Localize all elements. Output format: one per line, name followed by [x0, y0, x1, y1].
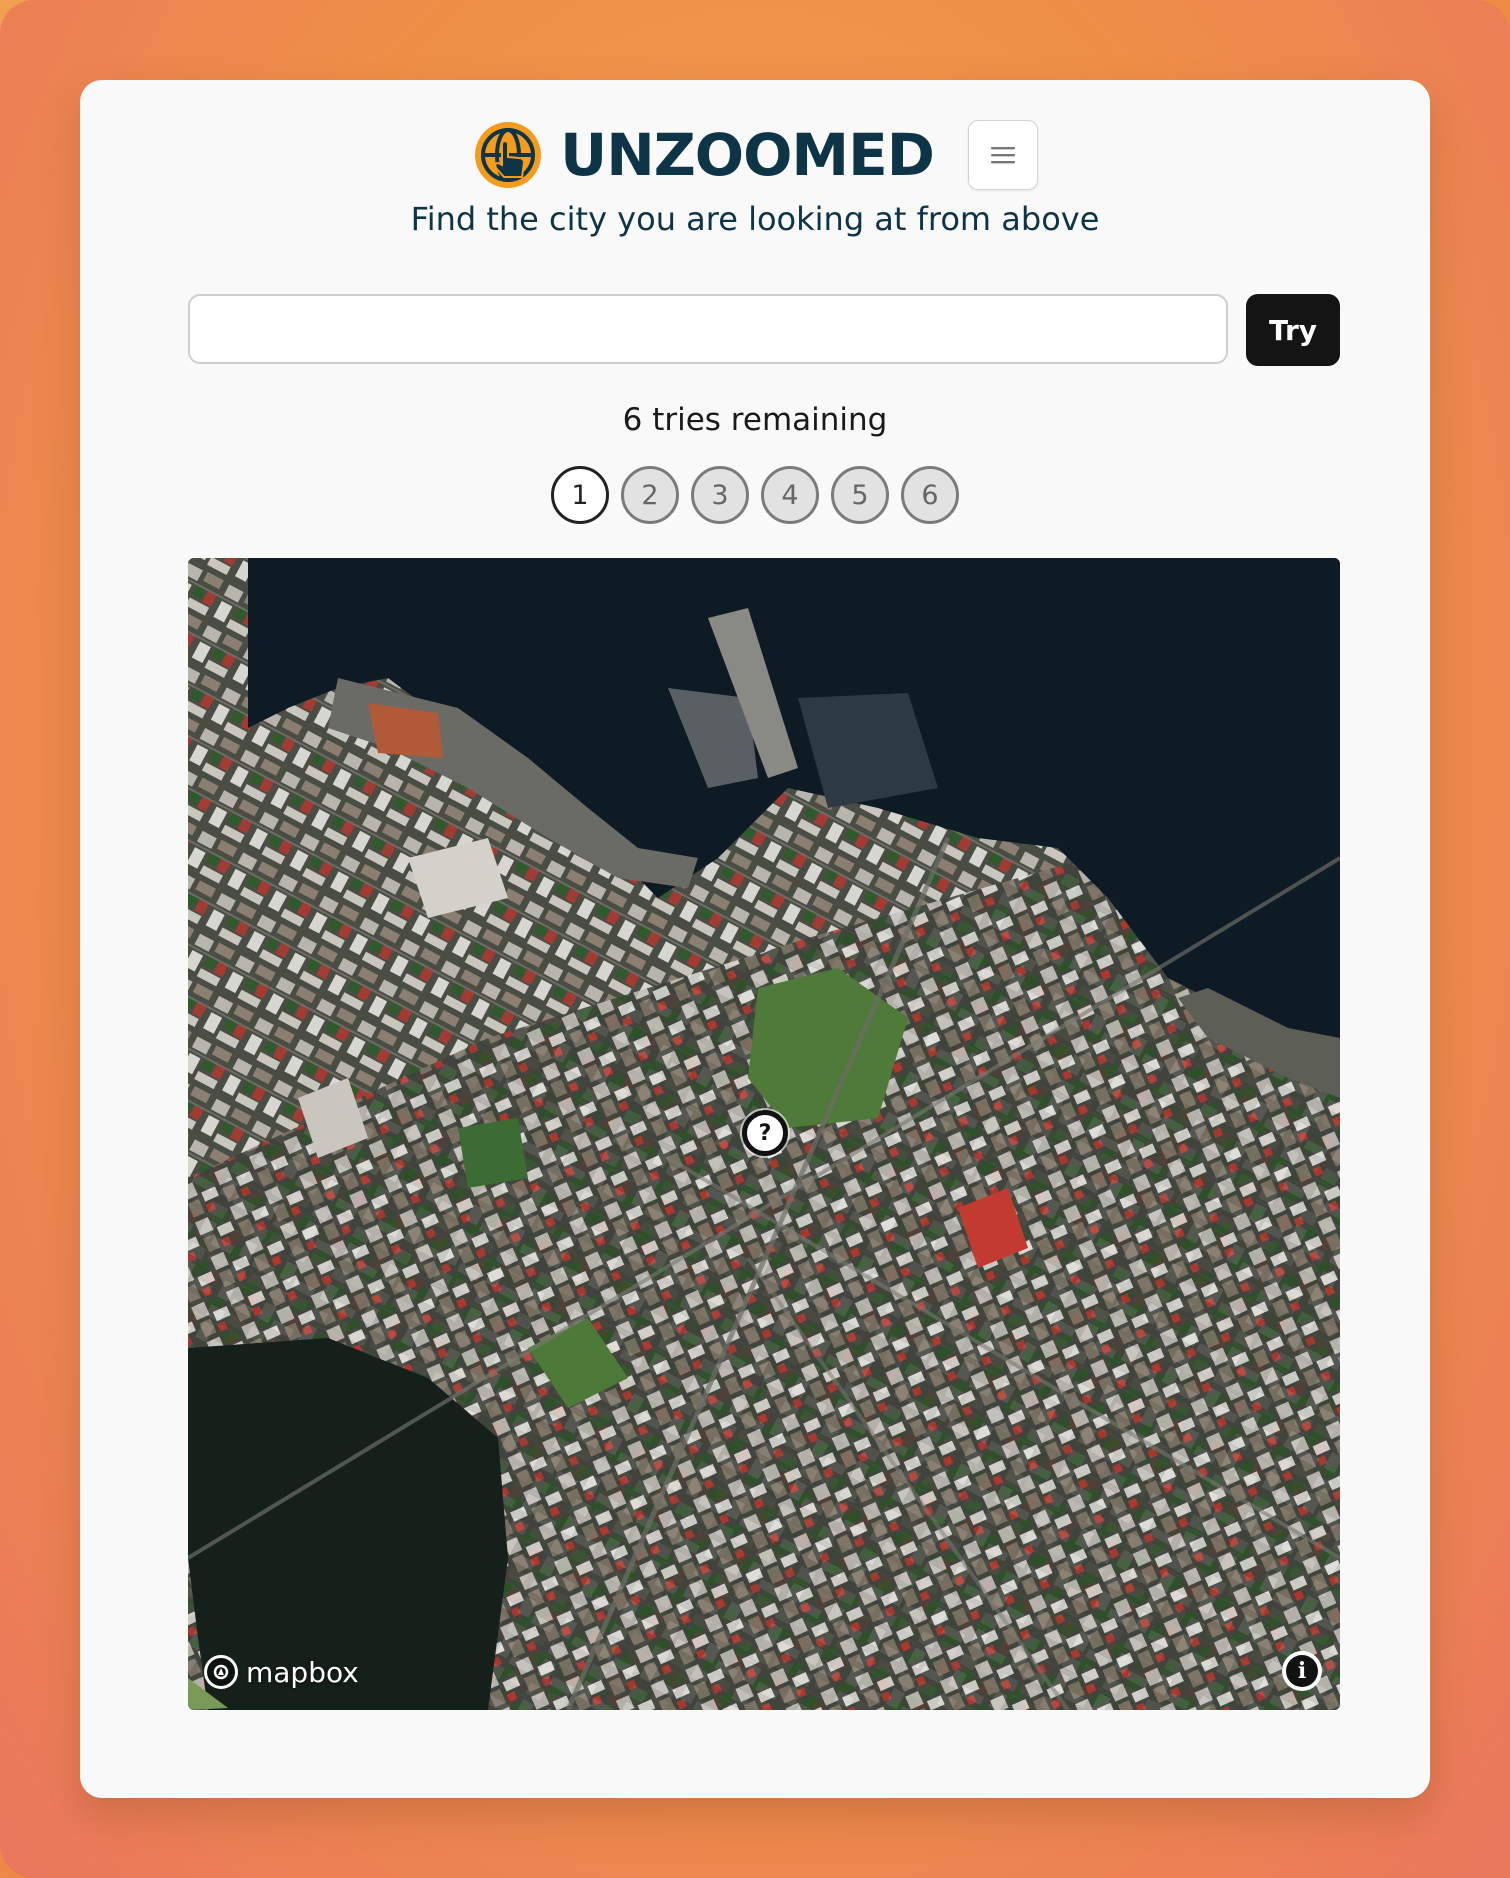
main-card: UNZOOMED Find the city you are looking a…: [80, 80, 1430, 1798]
mapbox-logo[interactable]: mapbox: [204, 1652, 359, 1692]
try-button[interactable]: Try: [1246, 294, 1340, 366]
page-background: UNZOOMED Find the city you are looking a…: [0, 0, 1510, 1878]
location-marker[interactable]: ?: [742, 1110, 788, 1156]
satellite-map[interactable]: ? mapbox i: [188, 558, 1340, 1710]
info-icon: i: [1286, 1655, 1318, 1687]
try-step: 2: [621, 466, 679, 524]
try-step: 6: [901, 466, 959, 524]
page-subtitle: Find the city you are looking at from ab…: [410, 200, 1100, 238]
app-header: UNZOOMED: [80, 110, 1430, 200]
city-guess-input[interactable]: [188, 294, 1228, 364]
try-step: 3: [691, 466, 749, 524]
try-step: 4: [761, 466, 819, 524]
tries-remaining-text: 6 tries remaining: [622, 402, 888, 438]
app-title: UNZOOMED: [560, 121, 935, 189]
mapbox-text: mapbox: [246, 1655, 359, 1689]
globe-hand-pointer-icon: [475, 122, 542, 188]
map-info-button[interactable]: i: [1282, 1651, 1322, 1691]
try-steps: 1 2 3 4 5 6: [80, 466, 1430, 530]
menu-button[interactable]: [967, 120, 1038, 190]
try-step: 1: [551, 466, 609, 524]
try-step: 5: [831, 466, 889, 524]
mapbox-icon: [204, 1655, 238, 1689]
hamburger-menu-icon: [990, 147, 1015, 164]
